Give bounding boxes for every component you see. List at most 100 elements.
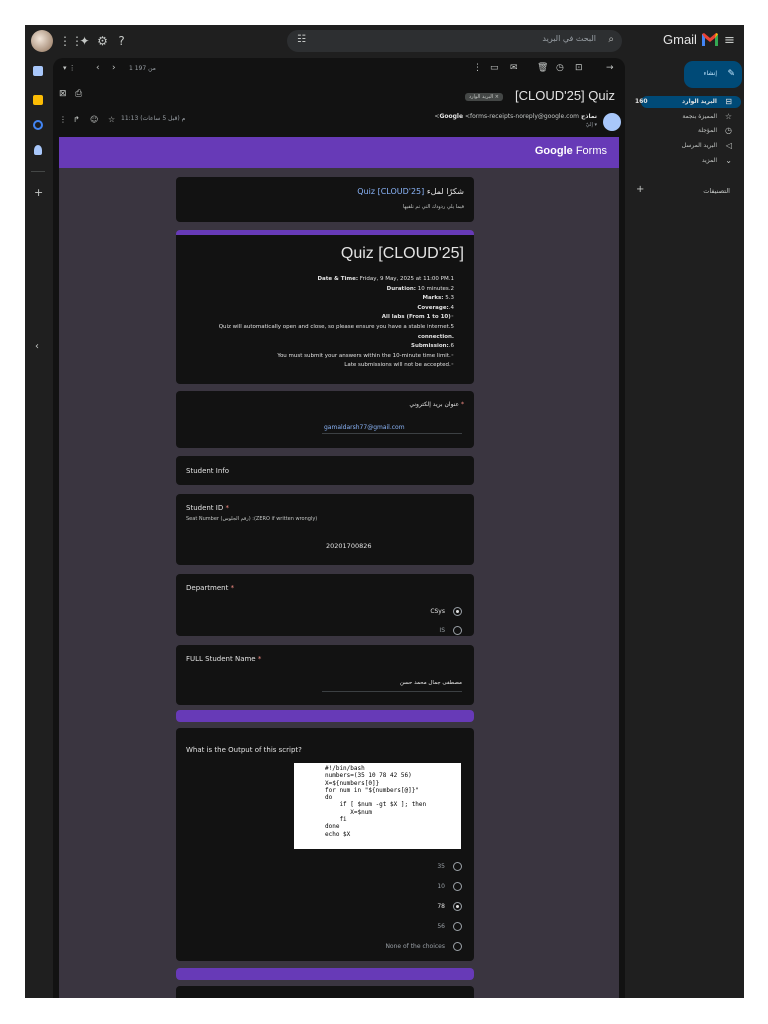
apps-grid-icon[interactable]: ⋮⋮ xyxy=(59,34,83,49)
thanks-quiz-link[interactable]: Quiz [CLOUD'25] xyxy=(357,187,424,196)
info-bold: Submission: xyxy=(410,343,449,350)
emoji-react-icon[interactable]: ☺ xyxy=(90,115,98,124)
archive-icon[interactable]: ⊡ xyxy=(575,63,583,73)
nav-more-label: المزيد xyxy=(701,157,717,164)
quiz-info-line: connection. xyxy=(184,333,454,343)
section-divider-bar xyxy=(176,968,474,980)
email-answer[interactable]: gamaldarsh77@gmail.com xyxy=(324,424,405,431)
info-prefix: ◦ xyxy=(450,352,454,359)
radio-unselected-icon[interactable] xyxy=(453,922,462,931)
pager-text: 1 من 197 xyxy=(129,65,156,72)
student-id-card: Student ID * Seat Number (رقم الجلوس) :(… xyxy=(176,494,474,565)
expand-chevron-icon: ⌄ xyxy=(725,156,732,165)
quiz-info-line: Submission:.6 xyxy=(184,342,454,352)
info-prefix: .4 xyxy=(448,304,454,311)
message-time: 11:13 م (قبل 5 ساعات) xyxy=(121,115,186,122)
thanks-line: شكرًا لملء Quiz [CLOUD'25] xyxy=(357,187,464,196)
department-label-text: Department xyxy=(186,584,229,592)
quiz-info-line: All labs (From 1 to 10)◦ xyxy=(184,313,454,323)
nav-inbox[interactable]: 160 البريد الوارد ⊟ xyxy=(635,96,741,108)
inbox-icon: ⊟ xyxy=(725,97,732,106)
recipient-line[interactable]: إليّ ▾ xyxy=(586,122,597,128)
search-bar[interactable]: ☷ البحث في البريد ⌕ xyxy=(287,30,622,52)
info-text: Quiz will automatically open and close, … xyxy=(218,323,449,330)
code-screenshot: #!/bin/bash numbers=(35 10 78 42 56) X=$… xyxy=(294,763,461,849)
gmail-logo-text[interactable]: Gmail xyxy=(663,32,697,47)
option-label: IS xyxy=(439,627,445,634)
main-menu-icon[interactable]: ≡ xyxy=(724,33,735,48)
radio-selected-icon[interactable] xyxy=(453,902,462,911)
compose-button[interactable]: ✎ إنشاء xyxy=(684,61,742,88)
calendar-app-icon[interactable] xyxy=(33,95,43,105)
tasks-app-icon[interactable] xyxy=(33,120,43,130)
option-label: None of the choices xyxy=(385,943,445,950)
search-input[interactable]: البحث في البريد xyxy=(542,34,596,43)
more-options-icon[interactable]: ⋮ xyxy=(473,63,482,73)
delete-icon[interactable]: 🗑 xyxy=(537,63,548,73)
nav-sent[interactable]: البريد المرسل ◁ xyxy=(641,140,741,152)
message-more-icon[interactable]: ⋮ xyxy=(59,115,67,124)
sent-icon: ◁ xyxy=(725,141,732,150)
add-label-icon[interactable]: + xyxy=(636,184,644,195)
info-bold: Coverage: xyxy=(417,304,449,311)
nav-snoozed[interactable]: المؤجلة ◷ xyxy=(641,125,741,137)
help-icon[interactable]: ? xyxy=(114,34,129,49)
snooze-icon[interactable]: ◷ xyxy=(556,63,564,73)
gmail-logo-icon[interactable] xyxy=(701,31,719,47)
nav-starred[interactable]: المميزة بنجمة ☆ xyxy=(641,111,741,123)
nav-inbox-label: البريد الوارد xyxy=(682,98,717,105)
select-dropdown-icon[interactable]: ▾ ⋮ xyxy=(63,64,76,72)
print-preview-icon[interactable]: ⊠ xyxy=(59,89,67,99)
thanks-prefix: شكرًا لملء xyxy=(426,187,464,196)
quiz-info-line: Quiz will automatically open and close, … xyxy=(184,323,454,333)
add-app-icon[interactable]: + xyxy=(34,186,43,199)
gemini-sparkle-icon[interactable]: ✦ xyxy=(77,34,92,49)
star-icon[interactable]: ☆ xyxy=(108,115,115,124)
student-info-section: Student Info xyxy=(176,456,474,485)
compose-label: إنشاء xyxy=(703,70,717,77)
forward-icon[interactable]: ↱ xyxy=(73,115,80,124)
next-message-icon[interactable]: › xyxy=(112,63,116,73)
radio-unselected-icon[interactable] xyxy=(453,882,462,891)
settings-gear-icon[interactable]: ⚙ xyxy=(95,34,110,49)
option-label: 35 xyxy=(437,863,445,870)
prev-message-icon[interactable]: ‹ xyxy=(96,63,100,73)
compose-pencil-icon: ✎ xyxy=(727,69,735,79)
section-divider-bar xyxy=(176,710,474,722)
quiz-info-list: Date & Time: Friday, 9 May, 2025 at 11:0… xyxy=(184,275,454,371)
email-subject: [CLOUD'25] Quiz xyxy=(514,88,615,103)
search-options-icon[interactable]: ☷ xyxy=(297,34,306,45)
mail-app-icon[interactable] xyxy=(33,66,43,76)
radio-selected-icon[interactable] xyxy=(453,607,462,616)
info-bold: Date & Time: xyxy=(317,276,359,282)
account-avatar[interactable] xyxy=(31,30,53,52)
collapse-panel-icon[interactable]: ‹ xyxy=(35,341,39,352)
radio-unselected-icon[interactable] xyxy=(453,942,462,951)
inbox-label-chip[interactable]: البريد الوارد × xyxy=(464,93,503,101)
thanks-card: شكرًا لملء Quiz [CLOUD'25] فيما يلي ردود… xyxy=(176,177,474,222)
mark-unread-icon[interactable]: ✉ xyxy=(510,63,518,73)
info-prefix: .3 xyxy=(448,295,454,302)
nav-more[interactable]: المزيد ⌄ xyxy=(641,155,741,167)
google-forms-logo[interactable]: Google Forms xyxy=(535,145,607,157)
fullname-label: FULL Student Name * xyxy=(186,655,262,663)
sender-avatar[interactable] xyxy=(603,113,621,131)
move-to-icon[interactable]: ▭ xyxy=(490,63,499,73)
student-id-label-text: Student ID xyxy=(186,504,224,512)
search-icon[interactable]: ⌕ xyxy=(608,34,614,45)
contacts-app-icon[interactable] xyxy=(34,145,42,155)
radio-unselected-icon[interactable] xyxy=(453,626,462,635)
quiz-info-line: Coverage:.4 xyxy=(184,304,454,314)
print-icon[interactable]: ⎙ xyxy=(75,89,82,99)
department-label: Department * xyxy=(186,584,235,592)
info-prefix: .5 xyxy=(448,323,454,330)
inbox-count: 160 xyxy=(635,98,648,105)
radio-unselected-icon[interactable] xyxy=(453,862,462,871)
info-text: 10 minutes xyxy=(415,285,449,292)
rail-divider xyxy=(31,171,45,172)
quiz-info-line: You must submit your answers within the … xyxy=(184,352,454,362)
back-arrow-icon[interactable]: → xyxy=(606,63,614,73)
option-label: 78 xyxy=(437,903,445,910)
info-text: Friday, 9 May, 2025 at 11:00 PM xyxy=(358,276,449,282)
snoozed-icon: ◷ xyxy=(725,126,732,135)
